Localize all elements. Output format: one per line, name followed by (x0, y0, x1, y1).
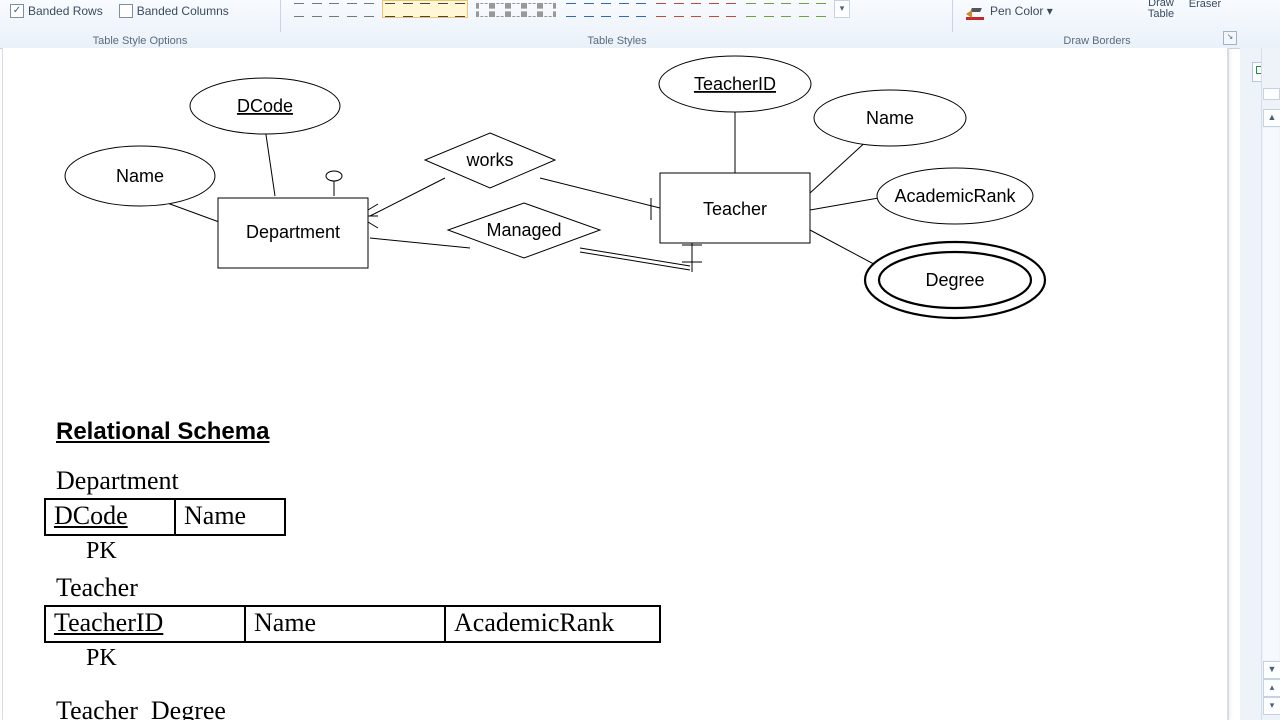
relational-schema: Relational Schema Department DCode Name … (56, 418, 682, 720)
chevron-down-icon: ▾ (1047, 4, 1053, 18)
table-style[interactable] (744, 1, 828, 17)
table-style[interactable] (654, 1, 738, 17)
group-caption: Draw Borders (954, 35, 1240, 47)
pk-label: PK (56, 538, 682, 565)
svg-text:Department: Department (246, 222, 340, 242)
split-handle[interactable] (1263, 88, 1280, 100)
document-area[interactable]: Department Teacher works Managed Name DC… (0, 48, 1241, 720)
teacher-table[interactable]: TeacherID Name AcademicRank (44, 605, 661, 643)
pen-icon (966, 2, 984, 16)
er-diagram: Department Teacher works Managed Name DC… (0, 48, 1240, 388)
group-caption: Table Styles (282, 35, 952, 47)
checkbox-icon (119, 4, 133, 18)
dialog-launcher[interactable]: ↘ (1223, 31, 1237, 45)
checkbox-icon: ✓ (10, 4, 24, 18)
table-name: Teacher_Degree (56, 696, 682, 720)
svg-text:TeacherID: TeacherID (694, 74, 776, 94)
pk-label: PK (56, 645, 682, 672)
scroll-up-icon[interactable]: ▲ (1263, 109, 1280, 127)
pen-color-label[interactable]: Pen Color ▾ (990, 4, 1053, 18)
svg-text:Managed: Managed (486, 220, 561, 240)
next-page-icon[interactable]: ▾ (1263, 697, 1280, 715)
pen-color-button[interactable] (966, 2, 984, 20)
banded-rows-label: Banded Rows (28, 4, 103, 18)
table-style-selected[interactable] (382, 0, 468, 18)
table-style[interactable] (564, 1, 648, 17)
table-style[interactable] (292, 1, 376, 17)
svg-text:Teacher: Teacher (703, 199, 767, 219)
banded-columns-label: Banded Columns (137, 4, 229, 18)
department-table[interactable]: DCode Name (44, 498, 286, 536)
table-name: Department (56, 466, 682, 496)
table-style[interactable] (474, 1, 558, 17)
banded-columns-checkbox[interactable]: Banded Columns (119, 4, 229, 18)
svg-text:DCode: DCode (237, 96, 293, 116)
prev-page-icon[interactable]: ▴ (1263, 679, 1280, 697)
group-style-options: ✓ Banded Rows Banded Columns Table Style… (0, 0, 280, 48)
table-styles-more[interactable]: ▾ (834, 0, 850, 18)
scroll-down-icon[interactable]: ▼ (1263, 661, 1280, 679)
scroll-track[interactable] (1263, 128, 1279, 660)
svg-text:works: works (465, 150, 513, 170)
eraser-button[interactable]: Eraser (1186, 0, 1224, 10)
draw-table-button[interactable]: Draw Table (1140, 0, 1182, 20)
banded-rows-checkbox[interactable]: ✓ Banded Rows (10, 4, 103, 18)
group-draw-borders: Pen Color ▾ Draw Table Eraser Draw Borde… (954, 0, 1240, 48)
table-name: Teacher (56, 573, 682, 603)
svg-text:Name: Name (116, 166, 164, 186)
vertical-scrollbar[interactable]: ▲ ▼ ▴ ▾ (1261, 48, 1280, 720)
svg-text:AcademicRank: AcademicRank (894, 186, 1016, 206)
ribbon: ✓ Banded Rows Banded Columns Table Style… (0, 0, 1280, 49)
svg-text:Degree: Degree (925, 270, 984, 290)
group-table-styles: ▾ Table Styles (282, 0, 952, 48)
group-caption: Table Style Options (0, 35, 280, 47)
schema-title: Relational Schema (56, 418, 682, 446)
svg-text:Name: Name (866, 108, 914, 128)
